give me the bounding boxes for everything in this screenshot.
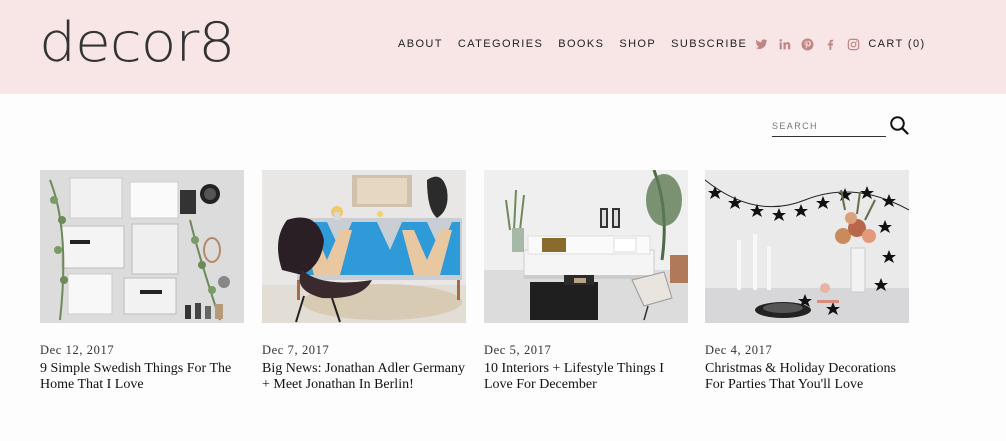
search-bar	[772, 113, 910, 139]
nav-subscribe[interactable]: SUBSCRIBE	[671, 38, 747, 50]
post-card: Dec 5, 2017 10 Interiors + Lifestyle Thi…	[484, 170, 688, 393]
site-logo[interactable]: decor8	[39, 12, 235, 74]
post-date: Dec 5, 2017	[484, 343, 552, 357]
twitter-icon[interactable]	[755, 38, 768, 51]
post-card: Dec 12, 2017 9 Simple Swedish Things For…	[40, 170, 244, 393]
post-date: Dec 4, 2017	[705, 343, 773, 357]
nav-categories[interactable]: CATEGORIES	[458, 38, 543, 50]
linkedin-icon[interactable]	[778, 38, 791, 51]
nav-books[interactable]: BOOKS	[558, 38, 604, 50]
nav-about[interactable]: ABOUT	[398, 38, 443, 50]
post-title[interactable]: Christmas & Holiday Decorations For Part…	[705, 361, 909, 393]
facebook-icon[interactable]	[824, 38, 837, 51]
post-card: Dec 4, 2017 Christmas & Holiday Decorati…	[705, 170, 909, 393]
post-thumbnail[interactable]	[705, 170, 909, 323]
pinterest-icon[interactable]	[801, 38, 814, 51]
post-title[interactable]: Big News: Jonathan Adler Germany + Meet …	[262, 361, 466, 393]
post-title[interactable]: 9 Simple Swedish Things For The Home Tha…	[40, 361, 244, 393]
post-thumbnail[interactable]	[484, 170, 688, 323]
post-date: Dec 7, 2017	[262, 343, 330, 357]
social-links	[755, 38, 870, 51]
post-date: Dec 12, 2017	[40, 343, 115, 357]
site-header: decor8 ABOUT CATEGORIES BOOKS SHOP SUBSC…	[0, 0, 1006, 94]
search-icon[interactable]	[889, 115, 909, 135]
search-input[interactable]	[772, 115, 886, 137]
post-title[interactable]: 10 Interiors + Lifestyle Things I Love F…	[484, 361, 688, 393]
main-nav: ABOUT CATEGORIES BOOKS SHOP SUBSCRIBE CA…	[398, 36, 926, 52]
post-card: Dec 7, 2017 Big News: Jonathan Adler Ger…	[262, 170, 466, 393]
instagram-icon[interactable]	[847, 38, 860, 51]
nav-shop[interactable]: SHOP	[619, 38, 656, 50]
post-thumbnail[interactable]	[262, 170, 466, 323]
post-thumbnail[interactable]	[40, 170, 244, 323]
cart-link[interactable]: CART (0)	[868, 38, 925, 50]
